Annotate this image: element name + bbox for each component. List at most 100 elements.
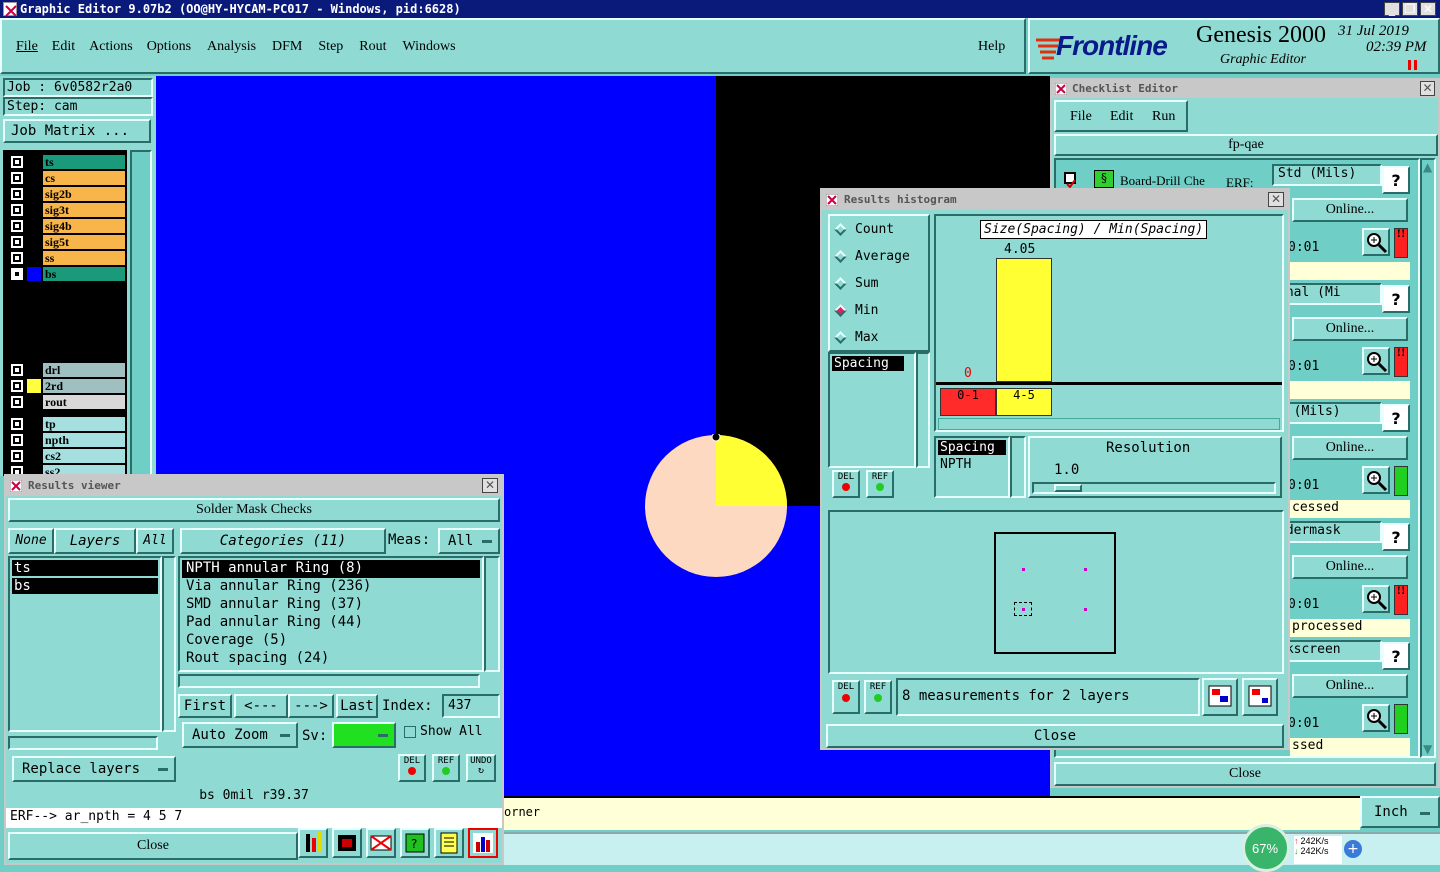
menu-edit[interactable]: Edit — [52, 39, 75, 55]
sv-color-dropdown[interactable] — [332, 722, 396, 748]
all-button[interactable]: All — [136, 528, 174, 554]
help-button[interactable]: ? — [1382, 285, 1410, 313]
option-average[interactable]: Average — [830, 243, 928, 270]
checklist-menu-edit[interactable]: Edit — [1110, 109, 1133, 125]
layer-name[interactable]: tp — [43, 417, 125, 431]
units-dropdown[interactable]: Inch — [1360, 796, 1440, 828]
last-button[interactable]: Last — [336, 694, 378, 718]
categories-hscroll[interactable] — [178, 674, 480, 688]
rv-undo-button[interactable]: UNDO ↻ — [466, 754, 496, 782]
rv-close-button[interactable]: Close — [8, 832, 298, 860]
help-button[interactable]: ? — [1382, 404, 1410, 432]
help-button[interactable]: ? — [1382, 642, 1410, 670]
layer-affected-marker[interactable] — [27, 449, 41, 463]
layer-affected-marker[interactable] — [27, 379, 41, 393]
layer-name[interactable]: ss — [43, 251, 125, 265]
layer-checkbox[interactable] — [11, 434, 23, 446]
layer-name[interactable]: bs — [43, 267, 125, 281]
layer-affected-marker[interactable] — [27, 155, 41, 169]
layer-type-item-npth[interactable]: NPTH — [938, 457, 1006, 472]
categories-vscroll[interactable] — [484, 556, 500, 672]
rv-layer-bs[interactable]: bs — [12, 578, 158, 594]
option-count[interactable]: Count — [830, 216, 928, 243]
chart-hscrollbar[interactable] — [938, 418, 1280, 430]
online-button[interactable]: Online... — [1292, 436, 1408, 460]
toolbar-ref-off-icon[interactable] — [366, 828, 396, 858]
layer-checkbox[interactable] — [11, 236, 23, 248]
checklist-menu-file[interactable]: File — [1070, 109, 1092, 125]
layer-row-bs[interactable]: bs — [7, 266, 125, 282]
layer-row-sig2b[interactable]: sig2b — [7, 186, 125, 202]
zoom-in-icon[interactable] — [1362, 228, 1390, 256]
index-input[interactable]: 437 — [442, 694, 500, 718]
zoom-in-icon[interactable] — [1362, 704, 1390, 732]
layer-affected-marker[interactable] — [27, 251, 41, 265]
layer-type-item-spacing[interactable]: Spacing — [938, 440, 1006, 455]
menu-rout[interactable]: Rout — [359, 39, 386, 55]
layer-row-npth[interactable]: npth — [7, 432, 125, 448]
category-item[interactable]: Pad annular Ring (44) — [182, 614, 480, 632]
layer-checkbox[interactable] — [11, 172, 23, 184]
layer-checkbox[interactable] — [11, 268, 23, 280]
rv-ref-button[interactable]: REF — [432, 754, 460, 782]
layers-button[interactable]: Layers — [54, 528, 136, 554]
layer-name[interactable]: drl — [43, 363, 125, 377]
menu-windows[interactable]: Windows — [403, 39, 456, 55]
layer-name[interactable]: sig4b — [43, 219, 125, 233]
layer-name[interactable]: npth — [43, 433, 125, 447]
categories-button[interactable]: Categories (11) — [180, 528, 386, 554]
histogram-bar[interactable] — [996, 258, 1052, 382]
layer-row-ss[interactable]: ss — [7, 250, 125, 266]
zoom-in-icon[interactable] — [1362, 466, 1390, 494]
toolbar-histogram-icon[interactable] — [468, 828, 498, 858]
checklist-menu-run[interactable]: Run — [1152, 109, 1175, 125]
hist-del-button[interactable]: DEL — [832, 470, 860, 498]
first-button[interactable]: First — [178, 694, 232, 718]
layer-affected-marker[interactable] — [27, 417, 41, 431]
layer-row-ts[interactable]: ts — [7, 154, 125, 170]
layer-checkbox[interactable] — [11, 204, 23, 216]
layer-name[interactable]: sig3t — [43, 203, 125, 217]
layer-row-tp[interactable]: tp — [7, 416, 125, 432]
menu-actions[interactable]: Actions — [89, 39, 133, 55]
layer-name[interactable]: 2rd — [43, 379, 125, 393]
auto-zoom-dropdown[interactable]: Auto Zoom — [182, 722, 298, 748]
layer-name[interactable]: cs2 — [43, 449, 125, 463]
toolbar-report-icon[interactable] — [434, 828, 464, 858]
layer-name[interactable]: sig2b — [43, 187, 125, 201]
scroll-down-icon[interactable]: ▼ — [1423, 742, 1432, 756]
network-plus-icon[interactable]: + — [1344, 840, 1362, 858]
layer-name[interactable]: sig5t — [43, 235, 125, 249]
layer-affected-marker[interactable] — [27, 433, 41, 447]
rv-del-button[interactable]: DEL — [398, 754, 426, 782]
radio-diamond-icon[interactable] — [834, 304, 847, 317]
layer-row-cs2[interactable]: cs2 — [7, 448, 125, 464]
layer-name[interactable]: cs — [43, 171, 125, 185]
histogram-close-button[interactable]: Close — [826, 724, 1284, 748]
layer-row-2rd[interactable]: 2rd — [7, 378, 125, 394]
layer-checkbox[interactable] — [11, 188, 23, 200]
hist-ref-button[interactable]: REF — [866, 470, 894, 498]
measure-list-scrollbar[interactable] — [916, 352, 930, 468]
layer-checkbox[interactable] — [11, 364, 23, 376]
online-button[interactable]: Online... — [1292, 198, 1408, 222]
minimize-icon[interactable]: _ — [1384, 2, 1400, 16]
results-viewer-close-icon[interactable]: ✕ — [482, 478, 498, 493]
menu-analysis[interactable]: Analysis — [207, 39, 256, 55]
resolution-slider[interactable] — [1032, 482, 1276, 494]
layer-affected-marker[interactable] — [27, 267, 41, 281]
radio-diamond-icon[interactable] — [834, 331, 847, 344]
param-field[interactable]: Std (Mils) — [1272, 164, 1382, 186]
preview-ref-button[interactable]: REF — [864, 680, 892, 714]
layer-affected-marker[interactable] — [27, 219, 41, 233]
rv-layer-ts[interactable]: ts — [12, 560, 158, 576]
zoom-fit-button[interactable] — [1202, 678, 1238, 716]
toolbar-display-icon[interactable] — [332, 828, 362, 858]
layer-checkbox[interactable] — [11, 156, 23, 168]
layer-affected-marker[interactable] — [27, 203, 41, 217]
layer-checkbox[interactable] — [11, 418, 23, 430]
next-button[interactable]: ---> — [288, 694, 334, 718]
toolbar-layers-icon[interactable] — [298, 828, 328, 858]
job-matrix-button[interactable]: Job Matrix ... — [3, 119, 151, 143]
layer-checkbox[interactable] — [11, 252, 23, 264]
